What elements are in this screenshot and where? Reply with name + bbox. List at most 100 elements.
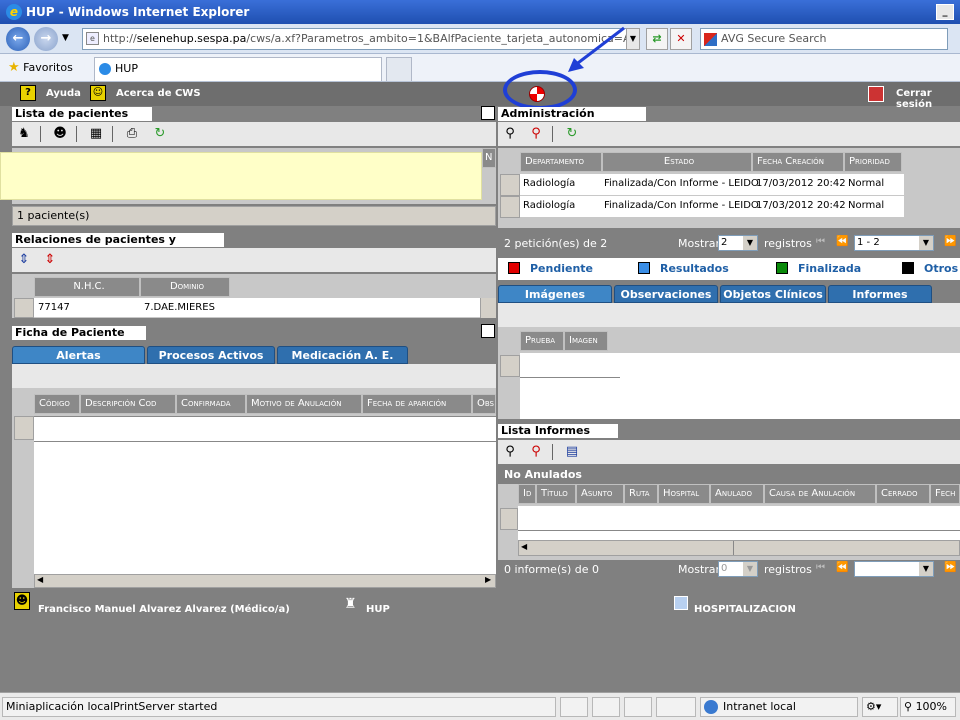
relations-title: Relaciones de pacientes y hospitales	[12, 233, 224, 260]
protected-mode-icon[interactable]: ⚙▾	[862, 697, 898, 717]
back-icon[interactable]: ←	[6, 27, 30, 51]
relation-link-icon[interactable]: ⇕	[40, 251, 60, 269]
grid-icon[interactable]: ▦	[86, 125, 106, 143]
stop-icon[interactable]: ✕	[670, 28, 692, 50]
relations-toolbar: ⇕ ⇕	[12, 248, 496, 272]
refresh-icon[interactable]: ⇄	[646, 28, 668, 50]
status-cell	[656, 697, 696, 717]
browser-tab[interactable]: HUP	[94, 57, 382, 81]
favorites-button[interactable]: ★ Favoritos	[8, 60, 73, 75]
tab-imagenes[interactable]: Imágenes	[498, 285, 612, 303]
relations-scrollbar[interactable]	[480, 298, 496, 318]
status-message: Miniaplicación localPrintServer started	[2, 697, 556, 717]
area-name: HOSPITALIZACION	[694, 604, 796, 615]
logout-link[interactable]: Cerrar sesión	[896, 88, 960, 110]
patient-count: 1 paciente(s)	[12, 206, 496, 226]
legend-resultados: Resultados	[660, 262, 729, 275]
legend-swatch-pendiente	[508, 262, 520, 274]
search-input[interactable]: AVG Secure Search	[700, 28, 948, 50]
cell-estado: Finalizada/Con Informe - LEIDO	[604, 200, 759, 211]
area-icon	[674, 596, 688, 610]
alerts-hscrollbar[interactable]: ◀ ▶	[34, 574, 496, 588]
cell-prioridad: Normal	[848, 178, 885, 189]
maximize-patients-icon[interactable]	[481, 106, 495, 120]
row-selector[interactable]	[500, 508, 518, 530]
scroll-left-icon[interactable]: ◀	[521, 542, 527, 551]
row-selector[interactable]	[500, 355, 520, 377]
user-name: Francisco Manuel Alvarez Alvarez (Médico…	[38, 604, 290, 615]
security-zone[interactable]: Intranet local	[700, 697, 858, 717]
scroll-right-icon[interactable]: ▶	[485, 575, 491, 584]
refresh-list-icon[interactable]: ↻	[150, 125, 170, 143]
reports-header: Cerrado	[876, 484, 930, 504]
doctor-icon[interactable]: ☻	[50, 125, 70, 143]
requests-pager: 2 petición(es) de 2 Mostrar 2 ▼ registros…	[498, 232, 960, 254]
reports-grid: Id Título Asunto Ruta Hospital Anulado C…	[498, 484, 960, 560]
tab-informes[interactable]: Informes	[828, 285, 932, 303]
table-row[interactable]: Radiología Finalizada/Con Informe - LEID…	[520, 174, 904, 196]
row-selector[interactable]	[14, 298, 34, 318]
application-area: ? Ayuda ☺ Acerca de CWS Cerrar sesión Li…	[0, 26, 960, 692]
prev-page-icon[interactable]: ⏪	[836, 562, 848, 573]
records-select[interactable]: 2 ▼	[718, 235, 758, 251]
minimize-icon[interactable]: _	[936, 4, 954, 20]
cell-dominio: 7.DAE.MIERES	[144, 302, 215, 313]
tab-medicacion[interactable]: Medicación A. E.	[277, 346, 408, 364]
history-dropdown-icon[interactable]: ▼	[62, 33, 69, 43]
search-advanced-icon[interactable]: ⚲	[526, 443, 546, 461]
help-link[interactable]: Ayuda	[46, 88, 81, 99]
scroll-left-icon[interactable]: ◀	[37, 575, 43, 584]
images-toolbar	[498, 303, 960, 327]
separator	[40, 126, 41, 142]
help-icon[interactable]: ?	[20, 85, 36, 101]
about-icon[interactable]: ☺	[90, 85, 106, 101]
cell-estado: Finalizada/Con Informe - LEIDO	[604, 178, 759, 189]
new-tab-button[interactable]	[386, 57, 412, 81]
images-header: Imagen	[564, 331, 608, 351]
zoom-control[interactable]: ⚲ 100%	[900, 697, 956, 717]
prev-page-icon[interactable]: ⏪	[836, 236, 848, 247]
logout-icon[interactable]	[868, 86, 884, 102]
word-doc-icon[interactable]: ▤	[562, 443, 582, 461]
requests-header: Estado	[602, 152, 752, 172]
search-icon[interactable]: ⚲	[500, 125, 520, 143]
row-selector[interactable]	[500, 196, 520, 218]
patient-search-icon[interactable]: ♞	[14, 125, 34, 143]
maximize-card-icon[interactable]	[481, 324, 495, 338]
patient-card-title: Ficha de Paciente	[12, 326, 146, 340]
records-label: registros	[764, 237, 812, 250]
tab-alertas[interactable]: Alertas	[12, 346, 145, 364]
tab-objetos-clinicos[interactable]: Objetos Clínicos	[720, 285, 826, 303]
row-selector[interactable]	[14, 416, 34, 440]
row-selector[interactable]	[500, 174, 520, 196]
reports-hscrollbar[interactable]: ◀	[518, 540, 960, 556]
search-advanced-icon[interactable]: ⚲	[526, 125, 546, 143]
next-page-icon[interactable]: ⏩	[944, 236, 956, 247]
separator	[112, 126, 113, 142]
tab-observaciones[interactable]: Observaciones	[614, 285, 718, 303]
table-row[interactable]: 77147 7.DAE.MIERES	[34, 298, 480, 318]
page-select[interactable]: 1 - 2 ▼	[854, 235, 934, 251]
forward-icon[interactable]: →	[34, 27, 58, 51]
first-page-icon[interactable]: ⏮	[816, 562, 825, 573]
avg-logo-icon	[704, 33, 717, 46]
patient-grid-header-n: N	[482, 148, 496, 168]
row-divider	[520, 377, 620, 378]
next-page-icon[interactable]: ⏩	[944, 562, 956, 573]
table-row[interactable]: Radiología Finalizada/Con Informe - LEID…	[520, 196, 904, 218]
alerts-body	[34, 416, 496, 574]
reports-pager: 0 informe(s) de 0 Mostrar 0 ▼ registros ⏮…	[498, 558, 960, 580]
first-page-icon[interactable]: ⏮	[816, 236, 825, 247]
records-select[interactable]: 0 ▼	[718, 561, 758, 577]
cell-departamento: Radiología	[523, 200, 576, 211]
page-select[interactable]: ▼	[854, 561, 934, 577]
expand-collapse-icon[interactable]: ⇕	[14, 251, 34, 269]
search-icon[interactable]: ⚲	[500, 443, 520, 461]
row-divider	[518, 530, 960, 531]
url-input[interactable]: e http://selenehup.sespa.pa/cws/a.xf?Par…	[82, 28, 638, 50]
refresh-requests-icon[interactable]: ↻	[562, 125, 582, 143]
tab-procesos-activos[interactable]: Procesos Activos	[147, 346, 275, 364]
about-link[interactable]: Acerca de CWS	[116, 88, 201, 99]
print-icon[interactable]: ⎙	[122, 125, 142, 143]
separator	[552, 126, 553, 142]
